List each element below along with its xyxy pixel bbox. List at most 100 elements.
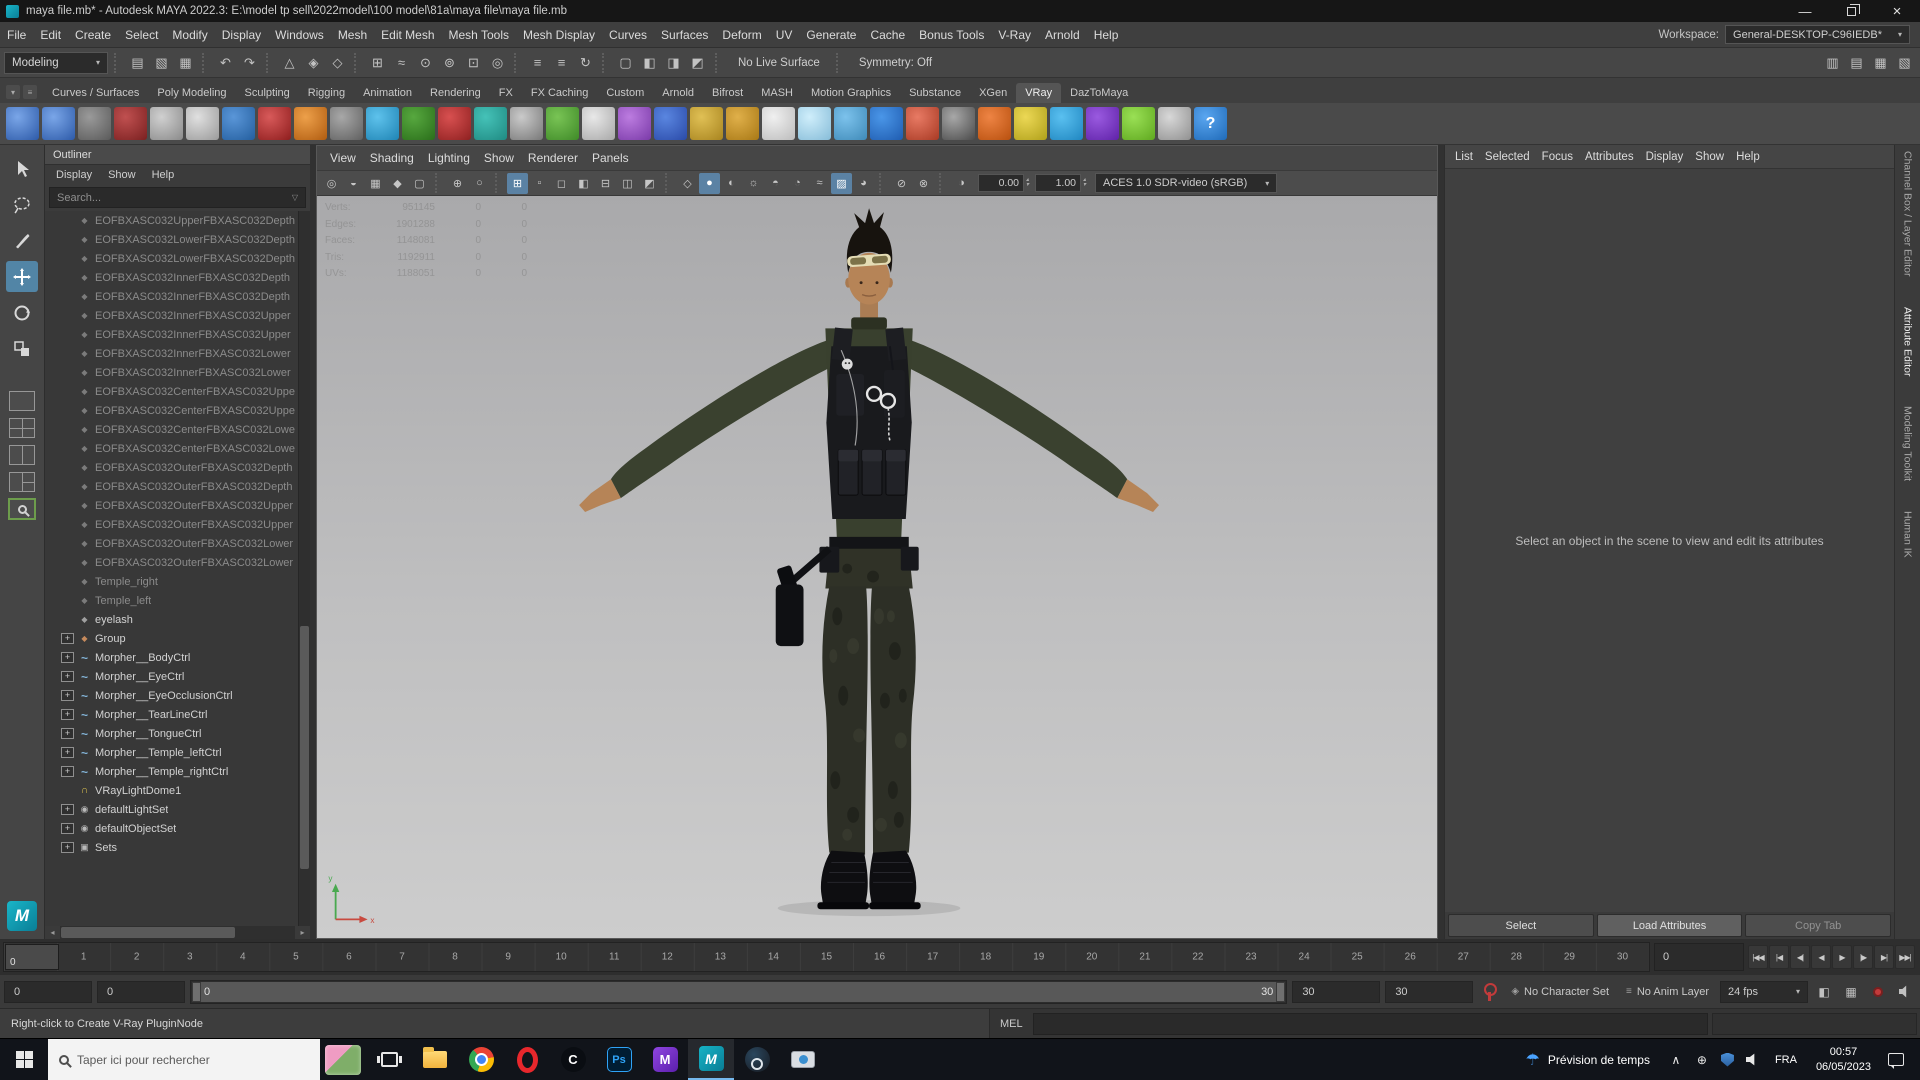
timeline-frame-5[interactable]: 5 <box>293 952 299 963</box>
shaded-ball-icon[interactable] <box>870 107 903 140</box>
timeline-frame-29[interactable]: 29 <box>1564 952 1575 963</box>
green-ball-icon[interactable] <box>1122 107 1155 140</box>
cv-curve-icon[interactable] <box>6 107 39 140</box>
playback-speed-dropdown[interactable]: 24 fps ▾ <box>1720 980 1808 1003</box>
side-tab-human-ik[interactable]: Human IK <box>1902 511 1914 558</box>
shelf-tab-arnold[interactable]: Arnold <box>653 83 703 103</box>
orange-ball-icon[interactable] <box>978 107 1011 140</box>
timeline-track[interactable]: 0 1 2 3 4 5 6 7 8 9 10 11 12 13 14 15 16 17 18 19 20 21 22 23 2… <box>3 942 1650 972</box>
lights-icon[interactable]: ☼ <box>743 173 764 194</box>
current-frame-marker[interactable]: 0 <box>5 944 59 970</box>
scrollbar-thumb[interactable] <box>61 927 235 938</box>
checker-sphere-icon[interactable] <box>510 107 543 140</box>
gold-sphere-icon[interactable] <box>726 107 759 140</box>
volume-icon[interactable] <box>1745 1053 1755 1066</box>
playback-start-field[interactable]: 0 <box>97 980 185 1003</box>
timeline-frame-26[interactable]: 26 <box>1405 952 1416 963</box>
anim-layer-menu[interactable]: ≡ No Anim Layer <box>1620 986 1715 998</box>
shelf-tab-xgen[interactable]: XGen <box>970 83 1016 103</box>
pan-zoom-2d-icon[interactable]: ⊕ <box>447 173 468 194</box>
bookmarks-icon[interactable]: ◆ <box>387 173 408 194</box>
snap-curve-icon[interactable]: ≈ <box>390 51 413 74</box>
timeline-frame-6[interactable]: 6 <box>346 952 352 963</box>
paint-brush-icon[interactable] <box>474 107 507 140</box>
outliner-item[interactable]: ◆ EOFBXASC032OuterFBXASC032Lower <box>45 534 310 553</box>
image-plane-icon[interactable]: ▢ <box>409 173 430 194</box>
outliner-item[interactable]: ◆ EOFBXASC032CenterFBXASC032Uppe <box>45 401 310 420</box>
shelf-tab-rigging[interactable]: Rigging <box>299 83 354 103</box>
menu-mesh-display[interactable]: Mesh Display <box>516 22 602 47</box>
undo-icon[interactable]: ↶ <box>214 51 237 74</box>
expand-toggle-icon[interactable]: + <box>61 633 74 644</box>
outliner-item[interactable]: + ~ Morpher__Temple_leftCtrl <box>45 743 310 762</box>
single-pane-layout-button[interactable] <box>9 391 35 411</box>
shelf-tab-animation[interactable]: Animation <box>354 83 421 103</box>
file-open-icon[interactable]: ▧ <box>150 51 173 74</box>
viewport-canvas[interactable]: Verts: 951145 0 0 Edges: 1901288 0 0 Faces: 11480… <box>317 196 1437 938</box>
safe-action-icon[interactable]: ◫ <box>617 173 638 194</box>
menu-modify[interactable]: Modify <box>165 22 214 47</box>
animation-end-field[interactable]: 30 <box>1385 980 1474 1003</box>
shelf-tab-mash[interactable]: MASH <box>752 83 802 103</box>
outliner-item[interactable]: + ~ Morpher__BodyCtrl <box>45 648 310 667</box>
minimize-button[interactable]: — <box>1782 0 1828 22</box>
timeline-frame-7[interactable]: 7 <box>399 952 405 963</box>
character-model[interactable] <box>317 196 1437 938</box>
motion-blur-icon[interactable]: ≈ <box>809 173 830 194</box>
snap-grid-icon[interactable]: ⊞ <box>366 51 389 74</box>
current-time-field[interactable]: 0 <box>1654 943 1744 971</box>
render-view-icon[interactable]: ▢ <box>614 51 637 74</box>
load-attributes-button[interactable]: Load Attributes <box>1596 914 1743 937</box>
viewport-menu-shading[interactable]: Shading <box>363 151 421 165</box>
camera-attributes-icon[interactable]: ▦ <box>365 173 386 194</box>
ae-menu-show[interactable]: Show <box>1689 151 1730 163</box>
outliner-item[interactable]: ◆ EOFBXASC032InnerFBXASC032Depth <box>45 268 310 287</box>
half-sphere-icon[interactable] <box>906 107 939 140</box>
textured-icon[interactable]: ◐ <box>721 173 742 194</box>
photoshop-button[interactable]: Ps <box>596 1039 642 1080</box>
outliner-menu-help[interactable]: Help <box>145 169 182 181</box>
step-back-frame-button[interactable]: |◀ <box>1769 945 1789 969</box>
chrome-button[interactable] <box>458 1039 504 1080</box>
taskbar-search[interactable] <box>48 1039 320 1080</box>
anim-ghost-icon[interactable]: ▦ <box>1840 981 1862 1003</box>
widgets-button[interactable] <box>320 1039 366 1080</box>
outliner-item[interactable]: + ◉ defaultLightSet <box>45 800 310 819</box>
select-button[interactable]: Select <box>1448 914 1594 937</box>
command-line-input[interactable] <box>1032 1012 1708 1035</box>
outliner-item[interactable]: ◆ Temple_right <box>45 572 310 591</box>
timeline-frame-24[interactable]: 24 <box>1299 952 1310 963</box>
step-forward-frame-button[interactable]: ▶| <box>1874 945 1894 969</box>
field-chart-icon[interactable]: ⊟ <box>595 173 616 194</box>
weather-widget[interactable]: ☂ Prévision de temps <box>1514 1039 1662 1080</box>
snap-projected-center-icon[interactable]: ⊚ <box>438 51 461 74</box>
outliner-item[interactable]: ◆ EOFBXASC032OuterFBXASC032Upper <box>45 496 310 515</box>
output-connections-icon[interactable]: ≡ <box>550 51 573 74</box>
input-connections-icon[interactable]: ≡ <box>526 51 549 74</box>
timeline-frame-11[interactable]: 11 <box>609 952 619 963</box>
white-cone-icon[interactable] <box>762 107 795 140</box>
depth-of-field-icon[interactable]: ◕ <box>853 173 874 194</box>
shelf-tab-curves-surfaces[interactable]: Curves / Surfaces <box>43 83 148 103</box>
auto-key-toggle-icon[interactable] <box>1867 981 1889 1003</box>
shadows-icon[interactable]: ◓ <box>765 173 786 194</box>
side-tab-attribute-editor[interactable]: Attribute Editor <box>1902 307 1914 376</box>
action-center-icon[interactable] <box>1888 1053 1904 1069</box>
film-gate-icon[interactable]: ▫ <box>529 173 550 194</box>
range-start-handle[interactable] <box>192 981 201 1002</box>
menu-create[interactable]: Create <box>68 22 118 47</box>
mute-icon[interactable] <box>1894 981 1916 1003</box>
render-settings-icon[interactable]: ◩ <box>686 51 709 74</box>
anti-alias-icon[interactable]: ▨ <box>831 172 852 194</box>
safe-title-icon[interactable]: ◩ <box>639 173 660 194</box>
timeline-frame-9[interactable]: 9 <box>505 952 511 963</box>
outliner-item[interactable]: + ◉ defaultObjectSet <box>45 819 310 838</box>
outliner-item[interactable]: + ◆ Group <box>45 629 310 648</box>
workspace-selector[interactable]: General-DESKTOP-C96IEDB* ▾ <box>1725 25 1910 44</box>
lasso-tool-button[interactable] <box>6 189 38 220</box>
select-tool-button[interactable] <box>6 153 38 184</box>
viewport-menu-view[interactable]: View <box>323 151 363 165</box>
outliner-item[interactable]: ◆ EOFBXASC032InnerFBXASC032Upper <box>45 325 310 344</box>
toggle-attribute-editor-icon[interactable]: ▥ <box>1821 51 1844 74</box>
outliner-item[interactable]: ◆ EOFBXASC032OuterFBXASC032Depth <box>45 477 310 496</box>
